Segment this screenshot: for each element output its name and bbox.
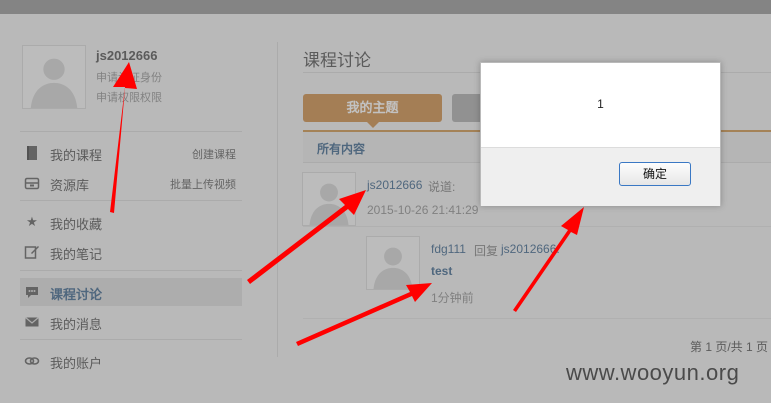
- watermark: www.wooyun.org: [566, 360, 740, 385]
- alert-dialog: 1 确定: [480, 62, 721, 206]
- arrow-to-post-user: [247, 190, 366, 284]
- dialog-footer: 确定: [481, 147, 720, 206]
- ok-button[interactable]: 确定: [619, 162, 691, 186]
- arrow-to-dialog: [513, 207, 584, 312]
- dialog-message: 1: [597, 97, 604, 111]
- arrow-to-reply-text: [296, 283, 432, 346]
- arrow-to-username: [110, 62, 137, 213]
